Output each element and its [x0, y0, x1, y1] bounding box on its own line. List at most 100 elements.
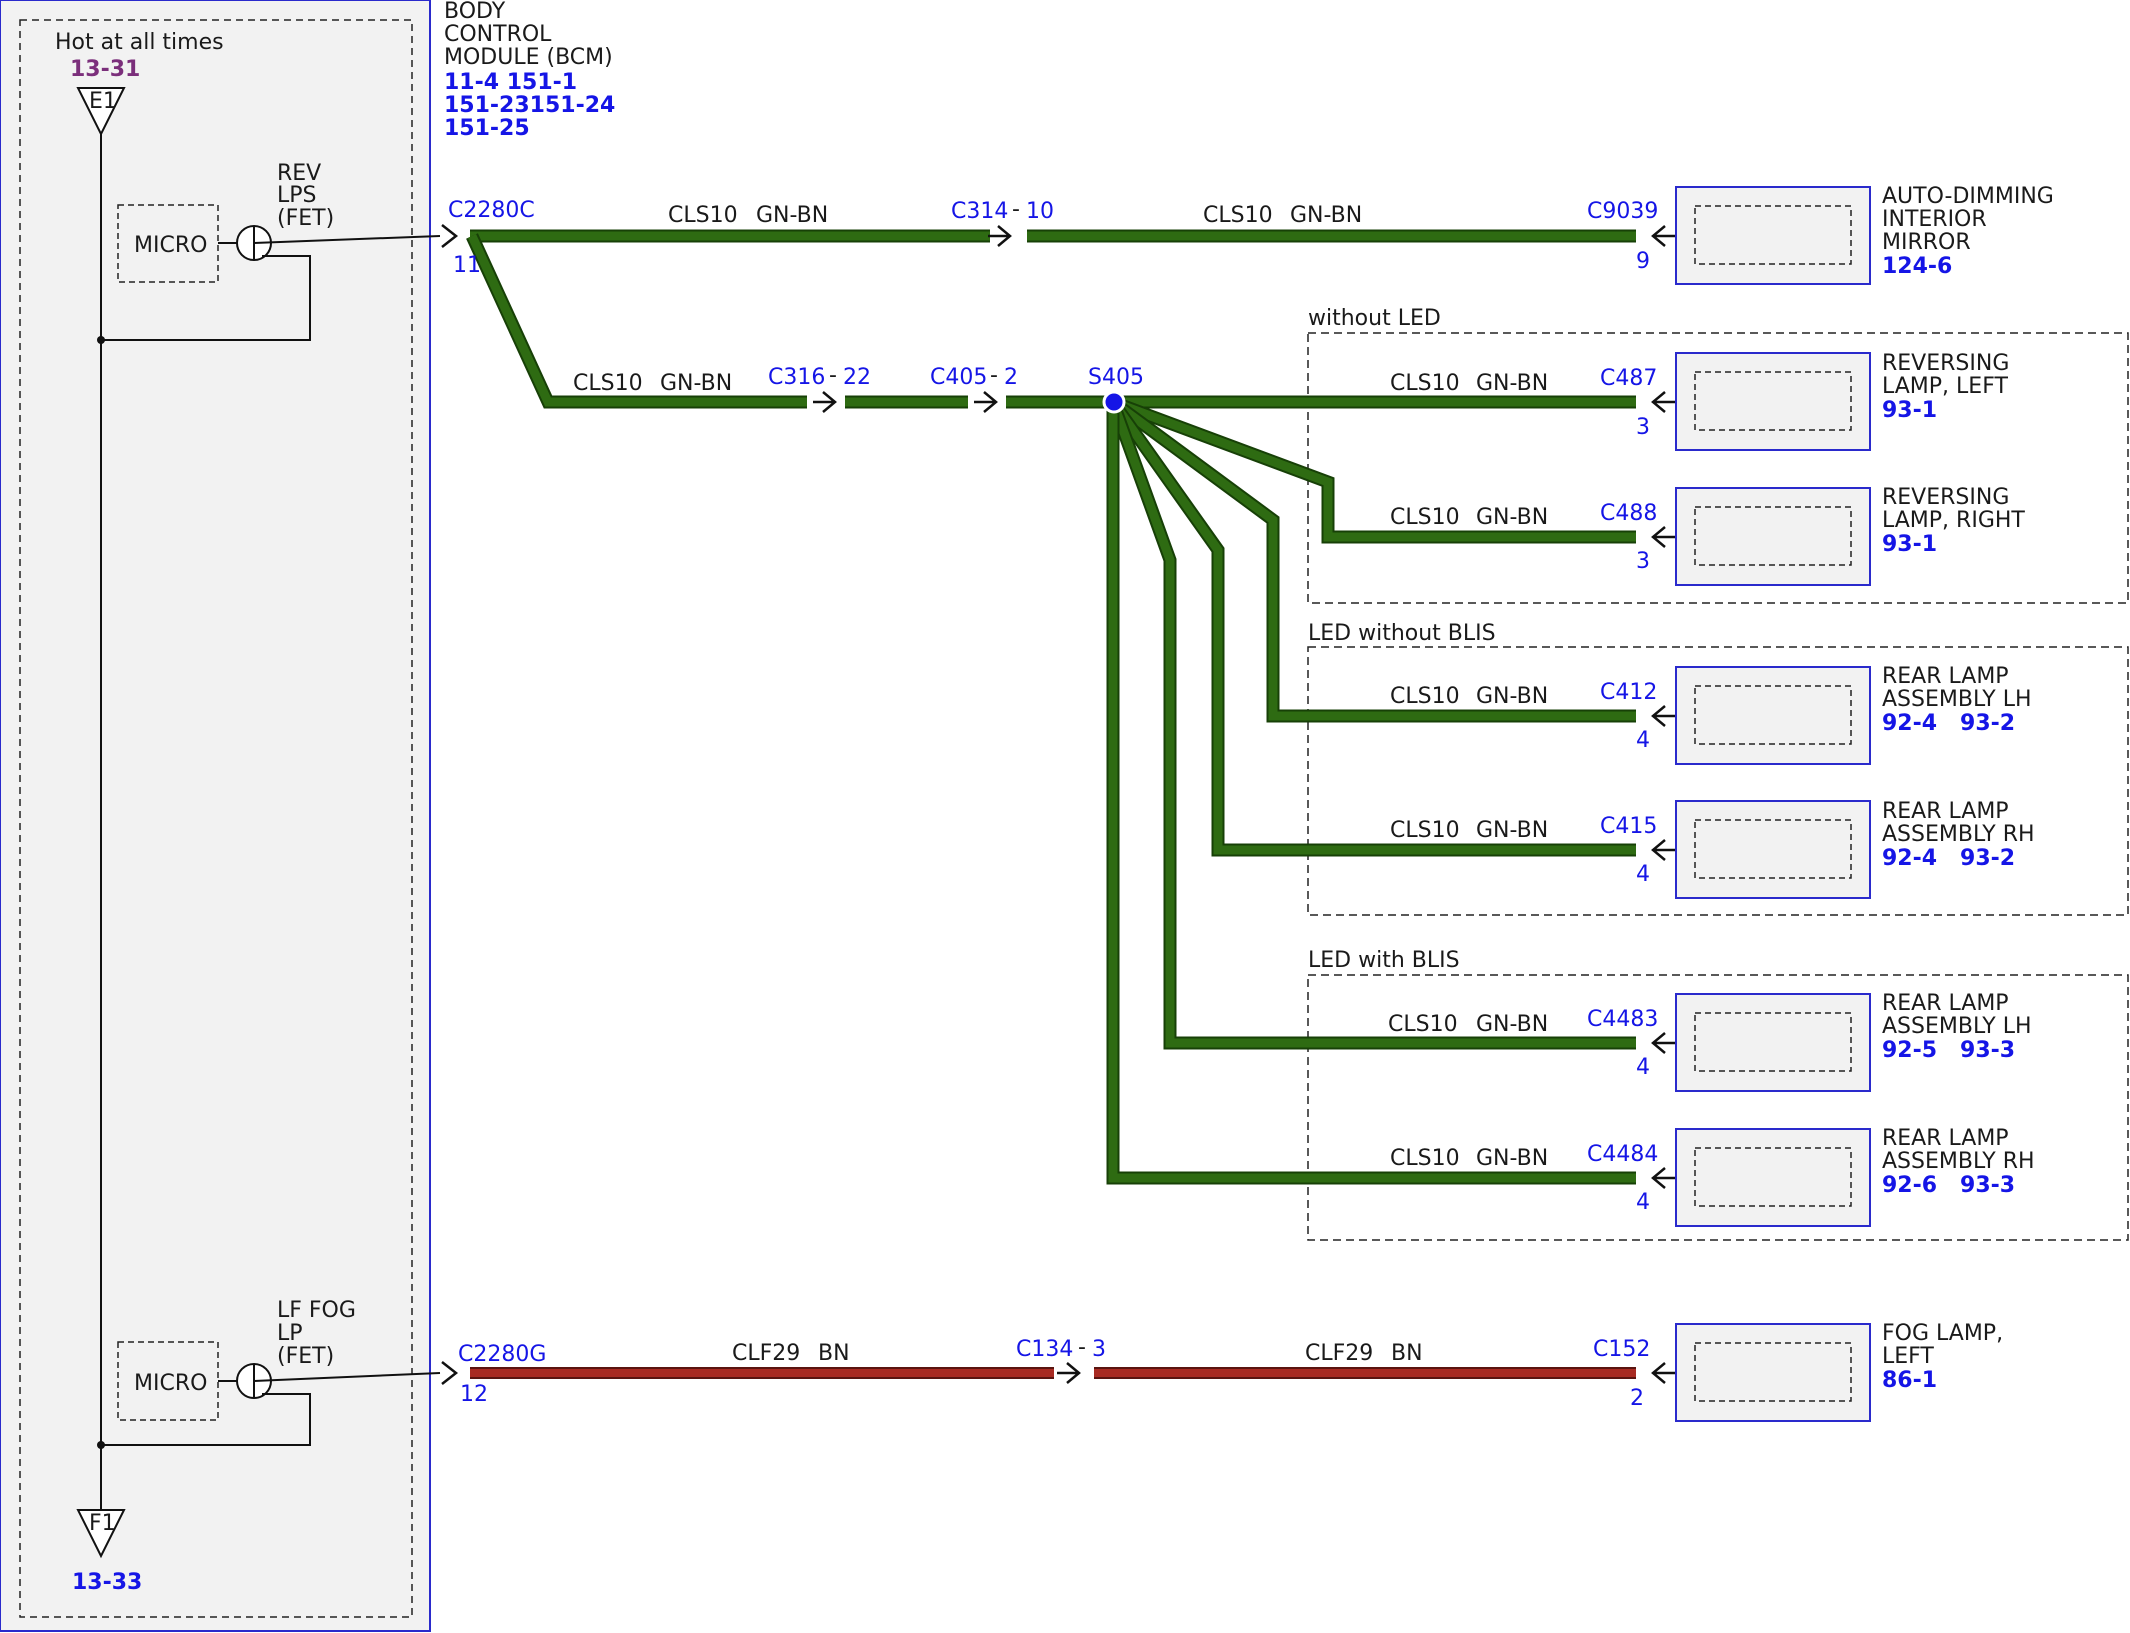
pin-c152: 2: [1630, 1386, 1644, 1411]
inline-arrow-c405: [974, 391, 998, 413]
arrow-c152: [1651, 1362, 1676, 1384]
dash-c134: -: [1078, 1335, 1086, 1360]
rev-right-ref[interactable]: 93-1: [1882, 532, 1937, 557]
component-fog[interactable]: [1675, 1323, 1871, 1422]
conn-c4483[interactable]: C4483: [1587, 1007, 1658, 1032]
wl8-color: GN-BN: [1476, 1012, 1548, 1037]
component-rear-rh2[interactable]: [1675, 1128, 1871, 1227]
wl4-color: GN-BN: [1476, 371, 1548, 396]
bcm-ref-1[interactable]: 11-4 151-1: [444, 70, 577, 95]
pin-c488: 3: [1636, 549, 1650, 574]
inline-arrow-c316: [813, 391, 837, 413]
wire-s405-c412[interactable]: [1109, 396, 1636, 723]
component-boxes: [1675, 186, 1871, 1422]
e1-label: E1: [89, 89, 117, 114]
conn-c314[interactable]: C314: [951, 199, 1008, 224]
component-rear-rh1[interactable]: [1675, 800, 1871, 899]
hot-label: Hot at all times: [55, 30, 224, 55]
pin-c405: 2: [1004, 365, 1018, 390]
wl7-color: GN-BN: [1476, 818, 1548, 843]
rear-rh1-label-1: REAR LAMP: [1882, 799, 2009, 824]
bcm-ref-2[interactable]: 151-23151-24: [444, 93, 615, 118]
label-s405[interactable]: S405: [1088, 365, 1144, 390]
wl5-circuit: CLS10: [1390, 505, 1460, 530]
splice-s405[interactable]: [1102, 390, 1126, 414]
dash-c316: -: [829, 363, 837, 388]
conn-c487[interactable]: C487: [1600, 366, 1657, 391]
fog-comp-ref[interactable]: 86-1: [1882, 1368, 1937, 1393]
conn-c2280c[interactable]: C2280C: [448, 198, 535, 223]
pin-arrow-12: [441, 1361, 459, 1385]
arrow-c415: [1651, 839, 1676, 861]
bcm-module-box: [0, 0, 431, 1632]
conn-c316[interactable]: C316: [768, 365, 825, 390]
pin-c2280c: 11: [453, 253, 481, 278]
conn-c488[interactable]: C488: [1600, 501, 1657, 526]
pin-c316: 22: [843, 365, 871, 390]
rear-rh2-label-2: ASSEMBLY RH: [1882, 1149, 2035, 1174]
rear-rh1-ref[interactable]: 92-4 93-2: [1882, 846, 2015, 871]
wl9-circuit: CLS10: [1390, 1146, 1460, 1171]
conn-c412[interactable]: C412: [1600, 680, 1657, 705]
arrow-c9039: [1651, 225, 1676, 247]
bcm-title-1: BODY: [444, 0, 506, 24]
mirror-ref[interactable]: 124-6: [1882, 254, 1952, 279]
rear-lh1-ref[interactable]: 92-4 93-2: [1882, 711, 2015, 736]
wl9-color: GN-BN: [1476, 1146, 1548, 1171]
pin-c4483: 4: [1636, 1055, 1650, 1080]
component-rear-lh1[interactable]: [1675, 666, 1871, 765]
wl2-circuit: CLS10: [1203, 203, 1273, 228]
rev-left-label-1: REVERSING: [1882, 351, 2009, 376]
fog-label-3: (FET): [277, 1344, 334, 1369]
rear-lh2-label-1: REAR LAMP: [1882, 991, 2009, 1016]
mirror-label-2: INTERIOR: [1882, 207, 1987, 232]
conn-c9039[interactable]: C9039: [1587, 199, 1658, 224]
hot-ref[interactable]: 13-31: [70, 57, 140, 82]
fog-comp-label-2: LEFT: [1882, 1344, 1934, 1369]
wl7-circuit: CLS10: [1390, 818, 1460, 843]
arrow-c4484: [1651, 1167, 1676, 1189]
pin-c314: 10: [1026, 199, 1054, 224]
group-label-led-without-blis: LED without BLIS: [1308, 621, 1496, 646]
pin-c487: 3: [1636, 415, 1650, 440]
arrow-c488: [1651, 526, 1676, 548]
inline-arrow-c134: [1057, 1362, 1081, 1384]
rear-rh1-label-2: ASSEMBLY RH: [1882, 822, 2035, 847]
component-mirror[interactable]: [1675, 186, 1871, 285]
component-rev-right[interactable]: [1675, 487, 1871, 586]
wiring-diagram: BODY CONTROL MODULE (BCM) 11-4 151-1 151…: [0, 0, 2129, 1632]
rear-lh2-ref[interactable]: 92-5 93-3: [1882, 1038, 2015, 1063]
micro-label-1: MICRO: [134, 233, 207, 258]
rev-left-ref[interactable]: 93-1: [1882, 398, 1937, 423]
wl10-circuit: CLF29: [732, 1341, 800, 1366]
conn-c4484[interactable]: C4484: [1587, 1142, 1658, 1167]
rev-left-label-2: LAMP, LEFT: [1882, 374, 2008, 399]
conn-c152[interactable]: C152: [1593, 1337, 1650, 1362]
fog-comp-label-1: FOG LAMP,: [1882, 1321, 2003, 1346]
wl5-color: GN-BN: [1476, 505, 1548, 530]
green-wire-group: [466, 229, 1636, 1185]
conn-c134[interactable]: C134: [1016, 1337, 1073, 1362]
wl10-color: BN: [818, 1341, 850, 1366]
wl6-circuit: CLS10: [1390, 684, 1460, 709]
component-rev-left[interactable]: [1675, 352, 1871, 451]
micro-label-2: MICRO: [134, 1371, 207, 1396]
conn-c415[interactable]: C415: [1600, 814, 1657, 839]
wl11-color: BN: [1391, 1341, 1423, 1366]
bcm-title-3: MODULE (BCM): [444, 45, 613, 70]
pin-c9039: 9: [1636, 249, 1650, 274]
fog-label-1: LF FOG: [277, 1298, 356, 1323]
rear-rh2-ref[interactable]: 92-6 93-3: [1882, 1173, 2015, 1198]
wl3-circuit: CLS10: [573, 371, 643, 396]
group-label-led-with-blis: LED with BLIS: [1308, 948, 1460, 973]
pin-c2280g: 12: [460, 1382, 488, 1407]
arrow-c412: [1651, 705, 1676, 727]
bcm-ref-3[interactable]: 151-25: [444, 116, 530, 141]
rev-label-3: (FET): [277, 206, 334, 231]
wl11-circuit: CLF29: [1305, 1341, 1373, 1366]
conn-c2280g[interactable]: C2280G: [458, 1342, 546, 1367]
conn-c405[interactable]: C405: [930, 365, 987, 390]
inline-arrow-c314: [988, 225, 1012, 247]
f1-ref[interactable]: 13-33: [72, 1570, 142, 1595]
component-rear-lh2[interactable]: [1675, 993, 1871, 1092]
